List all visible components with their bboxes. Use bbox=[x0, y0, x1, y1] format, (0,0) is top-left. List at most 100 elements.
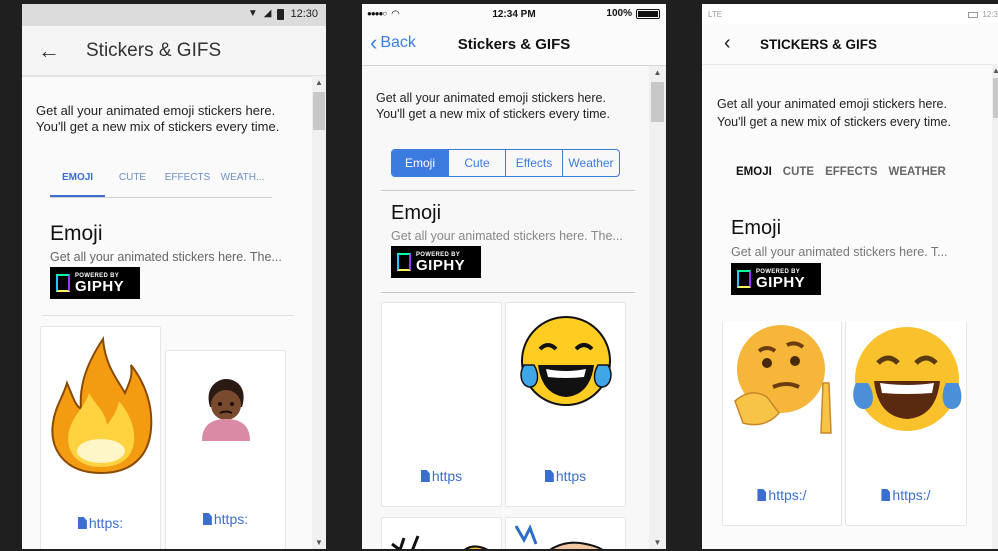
status-bar: ▼ ◢ 12:30 bbox=[22, 4, 326, 26]
sticker-link[interactable]: https:/ bbox=[723, 487, 841, 503]
tab-emoji[interactable]: EMOJI bbox=[736, 166, 772, 178]
tab-cute[interactable]: CUTE bbox=[105, 171, 160, 199]
battery-percent: 100% bbox=[606, 8, 632, 19]
segment-emoji[interactable]: Emoji bbox=[392, 150, 449, 176]
link-text: https: bbox=[213, 511, 249, 527]
section-title: Emoji bbox=[731, 217, 782, 239]
page-title: Stickers & GIFS bbox=[457, 36, 571, 53]
file-icon bbox=[757, 489, 767, 501]
status-time: 12:3 bbox=[982, 10, 998, 19]
sticker-link[interactable]: https: bbox=[41, 515, 160, 531]
content-area[interactable]: Get all your animated emoji stickers her… bbox=[22, 76, 312, 549]
link-text: https bbox=[555, 468, 587, 484]
signal-icon: ◢ bbox=[263, 8, 272, 19]
file-icon bbox=[420, 470, 430, 482]
giphy-logo: POWERED BY GIPHY bbox=[391, 246, 481, 278]
chevron-left-icon[interactable]: ‹ bbox=[724, 32, 731, 55]
status-bar: LTE 12:3 bbox=[702, 4, 998, 24]
sticker-link[interactable]: https: bbox=[166, 511, 285, 527]
section-title: Emoji bbox=[50, 222, 103, 245]
sticker-card[interactable]: https:/ bbox=[845, 321, 967, 526]
network-label: LTE bbox=[708, 10, 723, 19]
sticker-card[interactable]: https: bbox=[165, 350, 286, 549]
segment-weather[interactable]: Weather bbox=[563, 150, 619, 176]
sticker-link[interactable]: https bbox=[506, 468, 625, 484]
page-title: Stickers & GIFS bbox=[86, 39, 222, 61]
content-area[interactable]: Get all your animated emoji stickers her… bbox=[702, 64, 992, 549]
category-tabs: EMOJI CUTE EFFECTS WEATH... bbox=[50, 171, 270, 199]
segment-effects[interactable]: Effects bbox=[506, 150, 563, 176]
intro-line-1: Get all your animated emoji stickers her… bbox=[717, 97, 947, 111]
giphy-wordmark: GIPHY bbox=[756, 273, 806, 291]
link-text: https bbox=[431, 468, 463, 484]
giphy-icon bbox=[737, 270, 751, 288]
tab-weather[interactable]: WEATHER bbox=[889, 166, 946, 178]
scroll-up-icon[interactable]: ▲ bbox=[992, 66, 998, 75]
android-phone: ▼ ◢ 12:30 ← Stickers & GIFS Get all your… bbox=[22, 4, 326, 549]
scroll-thumb[interactable] bbox=[313, 92, 325, 130]
wifi-icon: ▼ bbox=[247, 8, 258, 19]
ios-phone: ●●●●○ ◠ 12:34 PM 100% ‹ Back Stickers & … bbox=[362, 4, 666, 549]
fire-sticker bbox=[51, 336, 153, 475]
tab-weather[interactable]: WEATH... bbox=[215, 171, 270, 199]
intro-line-1: Get all your animated emoji stickers her… bbox=[36, 103, 276, 118]
sticker-card[interactable]: https bbox=[381, 302, 502, 507]
thinking-emoji-sticker bbox=[734, 325, 832, 434]
link-text: https:/ bbox=[768, 487, 807, 503]
partial-sticker bbox=[514, 524, 604, 549]
giphy-logo: POWERED BY GIPHY bbox=[731, 263, 821, 295]
tab-divider bbox=[50, 197, 272, 198]
file-icon bbox=[544, 470, 554, 482]
file-icon bbox=[881, 489, 891, 501]
sticker-link[interactable]: https:/ bbox=[846, 487, 966, 503]
scroll-down-icon[interactable]: ▼ bbox=[312, 538, 326, 547]
scrollbar[interactable]: ▲ bbox=[992, 64, 998, 549]
scroll-up-icon[interactable]: ▲ bbox=[649, 68, 666, 77]
giphy-wordmark: GIPHY bbox=[75, 277, 125, 295]
file-icon bbox=[202, 513, 212, 525]
scrollbar[interactable]: ▲ ▼ bbox=[649, 66, 666, 549]
battery-icon bbox=[968, 11, 979, 18]
laughing-emoji-sticker bbox=[520, 316, 612, 406]
sticker-card[interactable]: https bbox=[505, 302, 626, 507]
scroll-down-icon[interactable]: ▼ bbox=[649, 538, 666, 547]
section-title: Emoji bbox=[391, 202, 442, 224]
battery-icon bbox=[636, 8, 660, 19]
sticker-card[interactable] bbox=[505, 517, 626, 549]
laughing-emoji-sticker bbox=[853, 327, 962, 431]
intro-line-1: Get all your animated emoji stickers her… bbox=[376, 91, 606, 105]
status-bar: ●●●●○ ◠ 12:34 PM 100% bbox=[362, 4, 666, 24]
scroll-thumb[interactable] bbox=[993, 78, 998, 118]
segment-cute[interactable]: Cute bbox=[449, 150, 506, 176]
intro-line-2: You'll get a new mix of stickers every t… bbox=[717, 115, 951, 129]
category-segmented-control: Emoji Cute Effects Weather bbox=[391, 149, 620, 177]
tab-effects[interactable]: EFFECTS bbox=[160, 171, 215, 199]
giphy-wordmark: GIPHY bbox=[416, 256, 466, 274]
tab-cute[interactable]: CUTE bbox=[783, 166, 814, 178]
link-text: https:/ bbox=[892, 487, 931, 503]
intro-line-2: You'll get a new mix of stickers every t… bbox=[376, 107, 610, 121]
page-title: STICKERS & GIFS bbox=[760, 37, 878, 52]
sticker-card[interactable] bbox=[381, 517, 502, 549]
section-description: Get all your animated stickers here. T..… bbox=[731, 245, 948, 259]
section-divider bbox=[42, 315, 294, 316]
file-icon bbox=[77, 517, 87, 529]
sticker-card[interactable]: https: bbox=[40, 326, 161, 549]
back-arrow-icon[interactable]: ← bbox=[22, 38, 76, 64]
scroll-thumb[interactable] bbox=[651, 82, 664, 122]
tab-effects[interactable]: EFFECTS bbox=[825, 166, 877, 178]
content-area[interactable]: Get all your animated emoji stickers her… bbox=[362, 66, 649, 549]
sticker-card[interactable]: https:/ bbox=[722, 321, 842, 526]
giphy-logo: POWERED BY GIPHY bbox=[50, 267, 140, 299]
section-divider bbox=[381, 190, 635, 191]
giphy-icon bbox=[56, 274, 70, 292]
nav-bar: ‹ Back Stickers & GIFS bbox=[362, 24, 666, 66]
intro-text: Get all your animated emoji stickers her… bbox=[36, 103, 279, 135]
scrollbar[interactable]: ▲ ▼ bbox=[312, 76, 326, 549]
scroll-up-icon[interactable]: ▲ bbox=[312, 78, 326, 87]
tab-emoji[interactable]: EMOJI bbox=[50, 171, 105, 197]
giphy-icon bbox=[397, 253, 411, 271]
section-description: Get all your animated stickers here. The… bbox=[391, 229, 623, 243]
sticker-link[interactable]: https bbox=[382, 468, 501, 484]
app-bar: ← Stickers & GIFS bbox=[22, 26, 326, 76]
